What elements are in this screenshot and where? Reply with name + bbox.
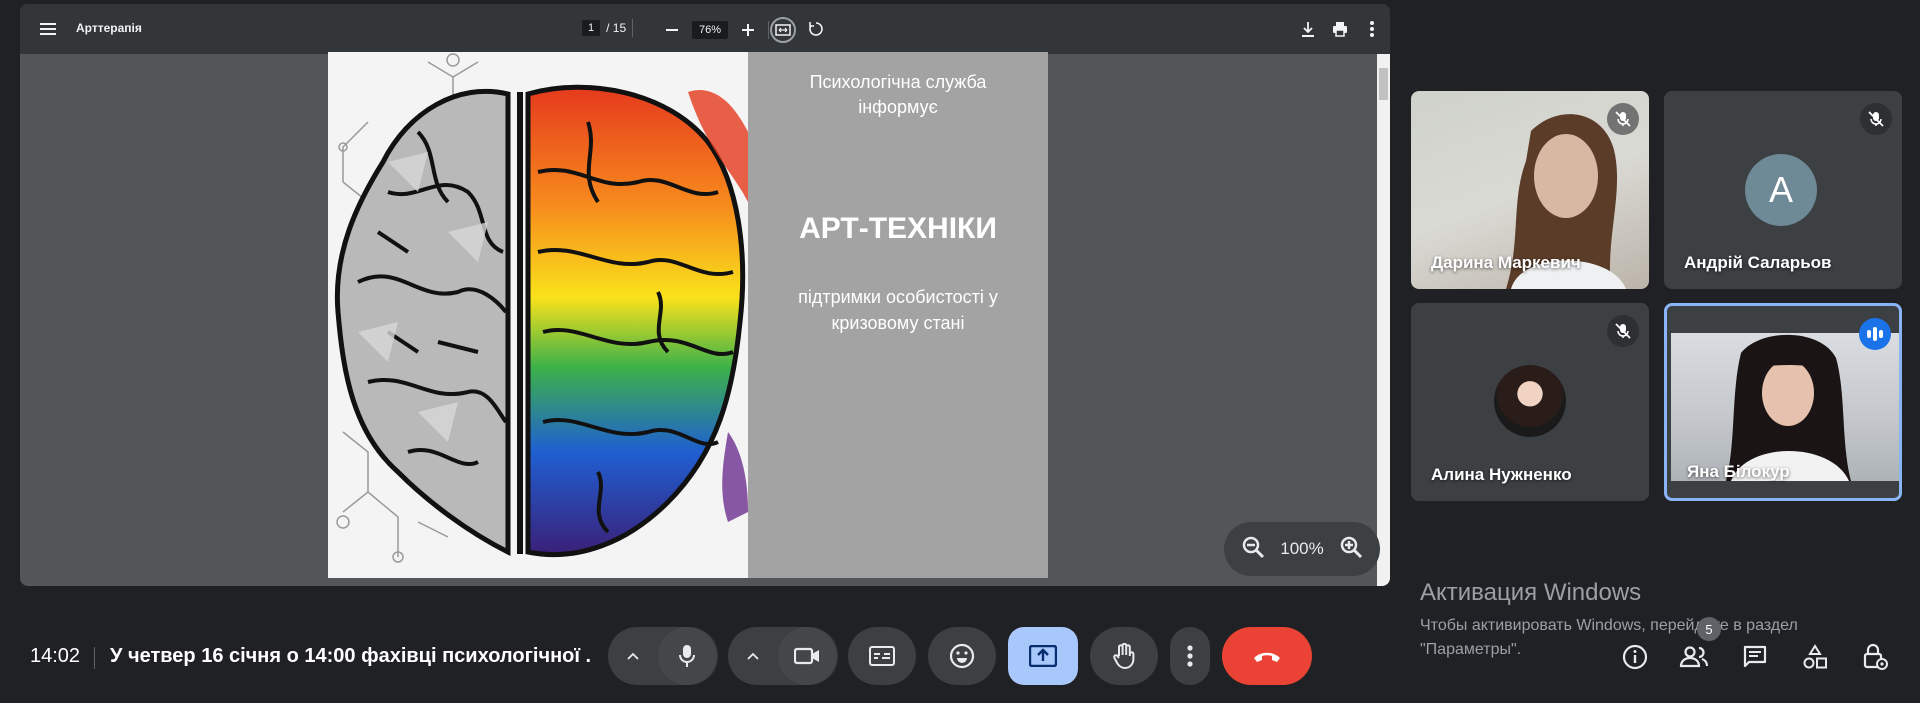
rotate-icon[interactable] <box>802 15 830 43</box>
zoom-controls: 76% <box>658 16 770 44</box>
participant-count-badge: 5 <box>1697 617 1721 641</box>
more-vert-icon <box>1187 645 1193 667</box>
pdf-page: Психологічна служба інформує АРТ-ТЕХНІКИ… <box>328 52 1048 578</box>
download-icon[interactable] <box>1294 15 1322 43</box>
meeting-details-icon[interactable] <box>1618 640 1652 674</box>
windows-activation-title: Активация Windows <box>1420 579 1642 606</box>
brain-illustration <box>328 52 748 578</box>
present-screen-button[interactable] <box>1008 627 1078 685</box>
print-icon[interactable] <box>1326 15 1354 43</box>
slide-text-panel: Психологічна служба інформує АРТ-ТЕХНІКИ… <box>748 52 1048 578</box>
toolbar-divider <box>632 19 634 37</box>
microphone-button[interactable] <box>658 627 716 685</box>
slide-header-line2: інформує <box>858 97 938 117</box>
microphone-icon <box>679 645 695 667</box>
activities-icon[interactable] <box>1798 640 1832 674</box>
camera-button[interactable] <box>778 627 836 685</box>
floating-zoom-control: 100% <box>1224 522 1380 576</box>
toolbar-divider <box>768 21 770 39</box>
scroll-thumb[interactable] <box>1379 68 1388 100</box>
slide-header-line1: Психологічна служба <box>809 72 987 92</box>
microphone-control <box>608 627 718 685</box>
participant-name: Андрій Саларьов <box>1684 253 1832 272</box>
raise-hand-button[interactable] <box>1090 627 1158 685</box>
zoom-out-icon[interactable] <box>1241 535 1265 564</box>
zoom-out-icon[interactable] <box>658 16 686 44</box>
pdf-toolbar: Арттерапія 1 / 15 76% <box>20 4 1390 54</box>
avatar <box>1494 365 1566 437</box>
avatar: A <box>1745 154 1817 226</box>
people-icon[interactable] <box>1677 640 1711 674</box>
menu-icon[interactable] <box>34 15 62 43</box>
meeting-clock: 14:02 <box>30 645 81 667</box>
zoom-percentage: 100% <box>1280 539 1324 558</box>
more-options-button[interactable] <box>1170 627 1210 685</box>
muted-mic-icon <box>1860 103 1892 135</box>
leave-call-button[interactable] <box>1222 627 1312 685</box>
zoom-in-icon[interactable] <box>1339 535 1363 564</box>
slide-subtitle: підтримки особистості у кризовому стані <box>748 284 1048 336</box>
windows-activation-line1: Чтобы активировать Windows, перейдите в … <box>1420 617 1798 634</box>
captions-button[interactable] <box>848 627 916 685</box>
page-indicator: 1 / 15 <box>582 19 634 37</box>
meeting-title[interactable]: У четвер 16 січня о 14:00 фахівці психол… <box>110 645 590 668</box>
participant-tile[interactable]: A Андрій Саларьов <box>1664 91 1902 289</box>
chat-icon[interactable] <box>1738 640 1772 674</box>
bar-divider <box>94 647 95 669</box>
document-title: Арттерапія <box>76 21 142 35</box>
camera-icon <box>794 647 819 665</box>
participant-tile[interactable]: Алина Нужненко <box>1411 303 1649 501</box>
participant-name: Алина Нужненко <box>1431 465 1572 484</box>
present-screen-icon <box>1029 645 1057 667</box>
zoom-in-icon[interactable] <box>734 16 762 44</box>
zoom-value-input[interactable]: 76% <box>692 21 729 39</box>
slide-header: Психологічна служба інформує <box>748 70 1048 120</box>
slide-subtitle-line1: підтримки особистості у <box>798 287 998 307</box>
participant-video <box>1671 333 1899 481</box>
speaking-indicator-icon <box>1859 318 1891 350</box>
page-total: / 15 <box>606 21 627 35</box>
muted-mic-icon <box>1607 315 1639 347</box>
participant-tile[interactable]: Дарина Маркевич <box>1411 91 1649 289</box>
closed-captions-icon <box>869 646 895 666</box>
emoji-icon <box>949 643 975 669</box>
slide-title: АРТ-ТЕХНІКИ <box>799 212 997 245</box>
reactions-button[interactable] <box>928 627 996 685</box>
participant-name: Дарина Маркевич <box>1431 253 1581 272</box>
muted-mic-icon <box>1607 103 1639 135</box>
slide-subtitle-line2: кризовому стані <box>831 313 965 333</box>
hang-up-icon <box>1254 652 1280 662</box>
more-options-icon[interactable] <box>1358 15 1386 43</box>
chevron-up-icon[interactable] <box>738 641 768 671</box>
participant-name: Яна Білокур <box>1687 462 1790 481</box>
host-controls-icon[interactable] <box>1858 640 1892 674</box>
raise-hand-icon <box>1113 643 1135 669</box>
participant-tile-active-speaker[interactable]: Яна Білокур <box>1664 303 1902 501</box>
camera-control <box>728 627 838 685</box>
chevron-up-icon[interactable] <box>618 641 648 671</box>
pdf-scrollbar[interactable] <box>1377 54 1390 586</box>
page-number-input[interactable]: 1 <box>582 20 601 36</box>
fit-to-page-icon[interactable] <box>770 17 796 43</box>
